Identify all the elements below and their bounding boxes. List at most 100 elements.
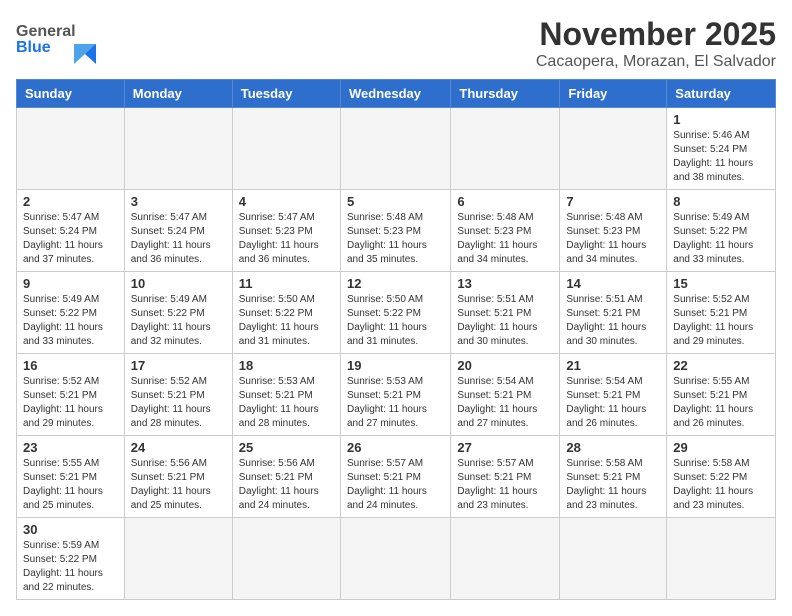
calendar-table: SundayMondayTuesdayWednesdayThursdayFrid… bbox=[16, 79, 776, 600]
day-number: 5 bbox=[347, 194, 444, 209]
weekday-header-wednesday: Wednesday bbox=[340, 80, 450, 108]
day-number: 13 bbox=[457, 276, 553, 291]
day-number: 12 bbox=[347, 276, 444, 291]
calendar-cell: 22Sunrise: 5:55 AM Sunset: 5:21 PM Dayli… bbox=[667, 354, 776, 436]
calendar-cell: 18 Sunrise: 5:53 AM Sunset: 5:21 PM Dayli… bbox=[232, 354, 340, 436]
day-info: Sunrise: 5:54 AM Sunset: 5:21 PM Dayligh… bbox=[566, 375, 660, 431]
calendar-cell bbox=[232, 518, 340, 600]
calendar-cell: 5 Sunrise: 5:48 AM Sunset: 5:23 PM Daylig… bbox=[340, 190, 450, 272]
logo-svg: General Blue bbox=[16, 16, 116, 64]
calendar-cell: 15Sunrise: 5:52 AM Sunset: 5:21 PM Dayli… bbox=[667, 272, 776, 354]
day-number: 7 bbox=[566, 194, 660, 209]
calendar-cell: 26 Sunrise: 5:57 AM Sunset: 5:21 PM Dayli… bbox=[340, 436, 450, 518]
day-info: Sunrise: 5:50 AM Sunset: 5:22 PM Dayligh… bbox=[347, 293, 444, 349]
calendar-cell: 6Sunrise: 5:48 AM Sunset: 5:23 PM Daylig… bbox=[451, 190, 560, 272]
day-number: 24 bbox=[131, 440, 226, 455]
day-info: Sunrise: 5:52 AM Sunset: 5:21 PM Dayligh… bbox=[23, 375, 118, 431]
day-info: Sunrise: 5:46 AM Sunset: 5:24 PM Dayligh… bbox=[673, 129, 769, 185]
calendar-cell bbox=[451, 518, 560, 600]
calendar-cell: 10Sunrise: 5:49 AM Sunset: 5:22 PM Dayli… bbox=[124, 272, 232, 354]
calendar-week-row: 1 Sunrise: 5:46 AM Sunset: 5:24 PM Daylig… bbox=[17, 108, 776, 190]
weekday-header-saturday: Saturday bbox=[667, 80, 776, 108]
calendar-cell: 17 Sunrise: 5:52 AM Sunset: 5:21 PM Dayli… bbox=[124, 354, 232, 436]
day-info: Sunrise: 5:47 AM Sunset: 5:24 PM Dayligh… bbox=[131, 211, 226, 267]
day-number: 8 bbox=[673, 194, 769, 209]
day-number: 29 bbox=[673, 440, 769, 455]
day-info: Sunrise: 5:51 AM Sunset: 5:21 PM Dayligh… bbox=[457, 293, 553, 349]
calendar-cell: 7Sunrise: 5:48 AM Sunset: 5:23 PM Daylig… bbox=[560, 190, 667, 272]
calendar-cell bbox=[232, 108, 340, 190]
calendar-cell: 30 Sunrise: 5:59 AM Sunset: 5:22 PM Dayli… bbox=[17, 518, 125, 600]
day-number: 3 bbox=[131, 194, 226, 209]
day-info: Sunrise: 5:50 AM Sunset: 5:22 PM Dayligh… bbox=[239, 293, 334, 349]
logo: General Blue bbox=[16, 16, 116, 64]
day-number: 14 bbox=[566, 276, 660, 291]
day-info: Sunrise: 5:59 AM Sunset: 5:22 PM Dayligh… bbox=[23, 539, 118, 595]
day-number: 1 bbox=[673, 112, 769, 127]
day-number: 11 bbox=[239, 276, 334, 291]
day-number: 9 bbox=[23, 276, 118, 291]
svg-text:Blue: Blue bbox=[16, 39, 51, 56]
weekday-header-tuesday: Tuesday bbox=[232, 80, 340, 108]
day-info: Sunrise: 5:47 AM Sunset: 5:23 PM Dayligh… bbox=[239, 211, 334, 267]
day-info: Sunrise: 5:55 AM Sunset: 5:21 PM Dayligh… bbox=[23, 457, 118, 513]
day-number: 30 bbox=[23, 522, 118, 537]
day-number: 28 bbox=[566, 440, 660, 455]
day-info: Sunrise: 5:55 AM Sunset: 5:21 PM Dayligh… bbox=[673, 375, 769, 431]
weekday-header-row: SundayMondayTuesdayWednesdayThursdayFrid… bbox=[17, 80, 776, 108]
calendar-cell: 24 Sunrise: 5:56 AM Sunset: 5:21 PM Dayli… bbox=[124, 436, 232, 518]
day-info: Sunrise: 5:54 AM Sunset: 5:21 PM Dayligh… bbox=[457, 375, 553, 431]
calendar-cell: 23 Sunrise: 5:55 AM Sunset: 5:21 PM Dayli… bbox=[17, 436, 125, 518]
calendar-cell: 16 Sunrise: 5:52 AM Sunset: 5:21 PM Dayli… bbox=[17, 354, 125, 436]
day-info: Sunrise: 5:49 AM Sunset: 5:22 PM Dayligh… bbox=[23, 293, 118, 349]
day-info: Sunrise: 5:56 AM Sunset: 5:21 PM Dayligh… bbox=[131, 457, 226, 513]
calendar-cell bbox=[560, 108, 667, 190]
day-number: 4 bbox=[239, 194, 334, 209]
day-number: 23 bbox=[23, 440, 118, 455]
weekday-header-friday: Friday bbox=[560, 80, 667, 108]
calendar-cell bbox=[340, 108, 450, 190]
calendar-cell: 28Sunrise: 5:58 AM Sunset: 5:21 PM Dayli… bbox=[560, 436, 667, 518]
day-number: 15 bbox=[673, 276, 769, 291]
calendar-cell: 12 Sunrise: 5:50 AM Sunset: 5:22 PM Dayli… bbox=[340, 272, 450, 354]
calendar-cell bbox=[560, 518, 667, 600]
calendar-cell bbox=[667, 518, 776, 600]
day-number: 18 bbox=[239, 358, 334, 373]
calendar-cell: 1 Sunrise: 5:46 AM Sunset: 5:24 PM Daylig… bbox=[667, 108, 776, 190]
calendar-cell: 13 Sunrise: 5:51 AM Sunset: 5:21 PM Dayli… bbox=[451, 272, 560, 354]
calendar-cell: 11 Sunrise: 5:50 AM Sunset: 5:22 PM Dayli… bbox=[232, 272, 340, 354]
calendar-cell bbox=[124, 108, 232, 190]
day-info: Sunrise: 5:52 AM Sunset: 5:21 PM Dayligh… bbox=[131, 375, 226, 431]
calendar-cell: 21 Sunrise: 5:54 AM Sunset: 5:21 PM Dayli… bbox=[560, 354, 667, 436]
day-info: Sunrise: 5:57 AM Sunset: 5:21 PM Dayligh… bbox=[347, 457, 444, 513]
day-info: Sunrise: 5:56 AM Sunset: 5:21 PM Dayligh… bbox=[239, 457, 334, 513]
day-info: Sunrise: 5:57 AM Sunset: 5:21 PM Dayligh… bbox=[457, 457, 553, 513]
calendar-cell: 20Sunrise: 5:54 AM Sunset: 5:21 PM Dayli… bbox=[451, 354, 560, 436]
calendar-cell bbox=[451, 108, 560, 190]
calendar-week-row: 23 Sunrise: 5:55 AM Sunset: 5:21 PM Dayli… bbox=[17, 436, 776, 518]
day-number: 26 bbox=[347, 440, 444, 455]
calendar-cell: 8 Sunrise: 5:49 AM Sunset: 5:22 PM Daylig… bbox=[667, 190, 776, 272]
calendar-week-row: 2Sunrise: 5:47 AM Sunset: 5:24 PM Daylig… bbox=[17, 190, 776, 272]
weekday-header-monday: Monday bbox=[124, 80, 232, 108]
day-number: 21 bbox=[566, 358, 660, 373]
day-number: 10 bbox=[131, 276, 226, 291]
day-info: Sunrise: 5:53 AM Sunset: 5:21 PM Dayligh… bbox=[239, 375, 334, 431]
day-info: Sunrise: 5:47 AM Sunset: 5:24 PM Dayligh… bbox=[23, 211, 118, 267]
title-section: November 2025 Cacaopera, Morazan, El Sal… bbox=[536, 16, 776, 71]
day-info: Sunrise: 5:48 AM Sunset: 5:23 PM Dayligh… bbox=[347, 211, 444, 267]
day-number: 17 bbox=[131, 358, 226, 373]
day-info: Sunrise: 5:48 AM Sunset: 5:23 PM Dayligh… bbox=[457, 211, 553, 267]
calendar-cell: 25 Sunrise: 5:56 AM Sunset: 5:21 PM Dayli… bbox=[232, 436, 340, 518]
page-header: General Blue November 2025 Cacaopera, Mo… bbox=[16, 16, 776, 71]
day-number: 19 bbox=[347, 358, 444, 373]
calendar-cell: 9 Sunrise: 5:49 AM Sunset: 5:22 PM Daylig… bbox=[17, 272, 125, 354]
calendar-cell: 29Sunrise: 5:58 AM Sunset: 5:22 PM Dayli… bbox=[667, 436, 776, 518]
calendar-cell: 3 Sunrise: 5:47 AM Sunset: 5:24 PM Daylig… bbox=[124, 190, 232, 272]
day-info: Sunrise: 5:49 AM Sunset: 5:22 PM Dayligh… bbox=[673, 211, 769, 267]
day-number: 16 bbox=[23, 358, 118, 373]
weekday-header-thursday: Thursday bbox=[451, 80, 560, 108]
day-number: 25 bbox=[239, 440, 334, 455]
day-number: 27 bbox=[457, 440, 553, 455]
svg-text:General: General bbox=[16, 23, 76, 40]
